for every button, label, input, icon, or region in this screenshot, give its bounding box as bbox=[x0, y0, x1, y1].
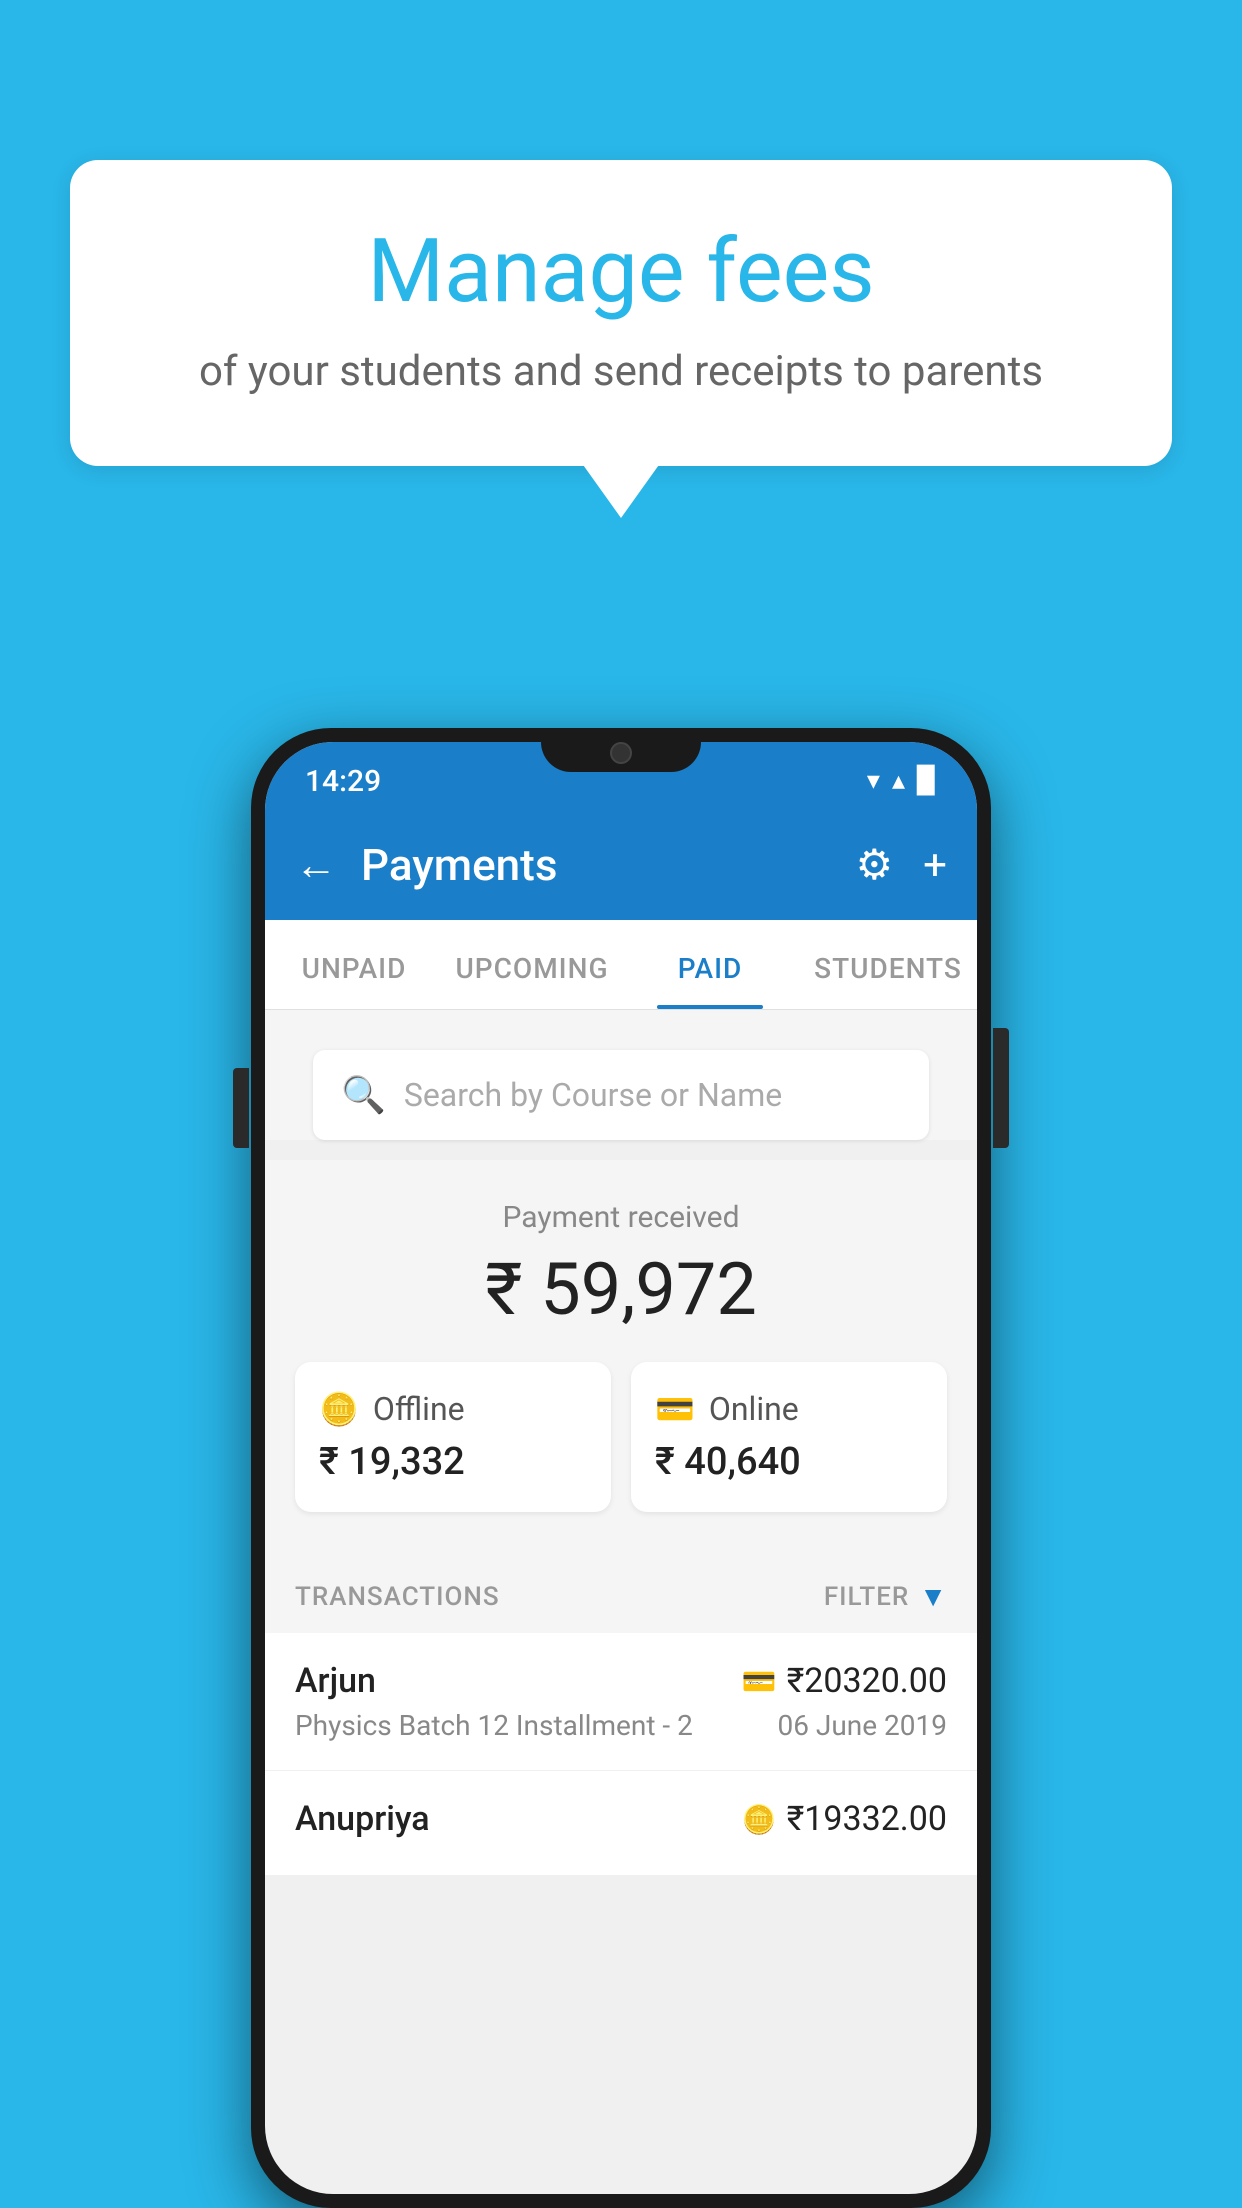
tab-upcoming[interactable]: UPCOMING bbox=[443, 920, 621, 1009]
payment-total-amount: ₹ 59,972 bbox=[295, 1247, 947, 1332]
tab-paid[interactable]: PAID bbox=[621, 920, 799, 1009]
search-input[interactable]: Search by Course or Name bbox=[404, 1076, 782, 1114]
transaction-amount-1: ₹20320.00 bbox=[787, 1661, 947, 1701]
online-card-header: 💳 Online bbox=[655, 1390, 923, 1428]
tabs-container: UNPAID UPCOMING PAID STUDENTS bbox=[265, 920, 977, 1010]
phone-screen: 14:29 ▾ ▴ ▉ ← Payments ⚙ + bbox=[265, 742, 977, 2194]
transaction-name-2: Anupriya bbox=[295, 1799, 430, 1839]
status-time: 14:29 bbox=[305, 764, 381, 799]
phone-device: 14:29 ▾ ▴ ▉ ← Payments ⚙ + bbox=[251, 728, 991, 2208]
transaction-top-2: Anupriya 🪙 ₹19332.00 bbox=[295, 1799, 947, 1839]
transaction-bottom-1: Physics Batch 12 Installment - 2 06 June… bbox=[295, 1709, 947, 1742]
search-icon: 🔍 bbox=[341, 1074, 386, 1116]
offline-amount: ₹ 19,332 bbox=[319, 1440, 587, 1484]
app-bar: ← Payments ⚙ + bbox=[265, 810, 977, 920]
payment-section: Payment received ₹ 59,972 🪙 Offline ₹ 19… bbox=[265, 1160, 977, 1552]
transactions-label: TRANSACTIONS bbox=[295, 1582, 500, 1612]
app-bar-title: Payments bbox=[361, 839, 557, 891]
offline-payment-card: 🪙 Offline ₹ 19,332 bbox=[295, 1362, 611, 1512]
front-camera bbox=[610, 742, 632, 764]
add-button[interactable]: + bbox=[923, 841, 947, 890]
app-bar-left: ← Payments bbox=[295, 839, 557, 891]
online-payment-icon: 💳 bbox=[655, 1390, 695, 1428]
speech-bubble-container: Manage fees of your students and send re… bbox=[70, 160, 1172, 466]
tab-unpaid[interactable]: UNPAID bbox=[265, 920, 443, 1009]
transaction-row[interactable]: Arjun 💳 ₹20320.00 Physics Batch 12 Insta… bbox=[265, 1633, 977, 1771]
status-icons: ▾ ▴ ▉ bbox=[867, 766, 937, 796]
search-bar[interactable]: 🔍 Search by Course or Name bbox=[313, 1050, 929, 1140]
transaction-row-2[interactable]: Anupriya 🪙 ₹19332.00 bbox=[265, 1771, 977, 1876]
transaction-date-1: 06 June 2019 bbox=[777, 1709, 947, 1742]
phone-outer: 14:29 ▾ ▴ ▉ ← Payments ⚙ + bbox=[251, 728, 991, 2208]
transaction-amount-container-2: 🪙 ₹19332.00 bbox=[742, 1799, 947, 1839]
speech-bubble: Manage fees of your students and send re… bbox=[70, 160, 1172, 466]
offline-card-header: 🪙 Offline bbox=[319, 1390, 587, 1428]
transaction-top-1: Arjun 💳 ₹20320.00 bbox=[295, 1661, 947, 1701]
filter-label: FILTER bbox=[824, 1582, 909, 1612]
online-payment-card: 💳 Online ₹ 40,640 bbox=[631, 1362, 947, 1512]
transaction-name-1: Arjun bbox=[295, 1661, 376, 1701]
wifi-icon: ▾ bbox=[867, 766, 880, 796]
tab-students[interactable]: STUDENTS bbox=[799, 920, 977, 1009]
bubble-title: Manage fees bbox=[150, 220, 1092, 323]
signal-icon: ▴ bbox=[892, 766, 905, 796]
online-amount: ₹ 40,640 bbox=[655, 1440, 923, 1484]
offline-payment-icon: 🪙 bbox=[319, 1390, 359, 1428]
transaction-course-1: Physics Batch 12 Installment - 2 bbox=[295, 1709, 693, 1742]
phone-notch bbox=[541, 728, 701, 772]
filter-container[interactable]: FILTER ▼ bbox=[824, 1580, 947, 1613]
transaction-amount-container-1: 💳 ₹20320.00 bbox=[742, 1661, 947, 1701]
transaction-payment-icon-2: 🪙 bbox=[742, 1803, 777, 1836]
transaction-payment-icon-1: 💳 bbox=[742, 1665, 777, 1698]
payment-received-label: Payment received bbox=[295, 1200, 947, 1235]
bubble-subtitle: of your students and send receipts to pa… bbox=[150, 347, 1092, 396]
back-button[interactable]: ← bbox=[295, 841, 337, 890]
battery-icon: ▉ bbox=[917, 766, 937, 796]
online-label: Online bbox=[709, 1390, 799, 1428]
transaction-amount-2: ₹19332.00 bbox=[787, 1799, 947, 1839]
payment-cards: 🪙 Offline ₹ 19,332 💳 Online ₹ 40,640 bbox=[295, 1362, 947, 1512]
settings-icon[interactable]: ⚙ bbox=[856, 840, 894, 890]
filter-icon[interactable]: ▼ bbox=[919, 1580, 947, 1613]
offline-label: Offline bbox=[373, 1390, 465, 1428]
transactions-header: TRANSACTIONS FILTER ▼ bbox=[265, 1552, 977, 1633]
app-bar-right: ⚙ + bbox=[856, 840, 948, 890]
